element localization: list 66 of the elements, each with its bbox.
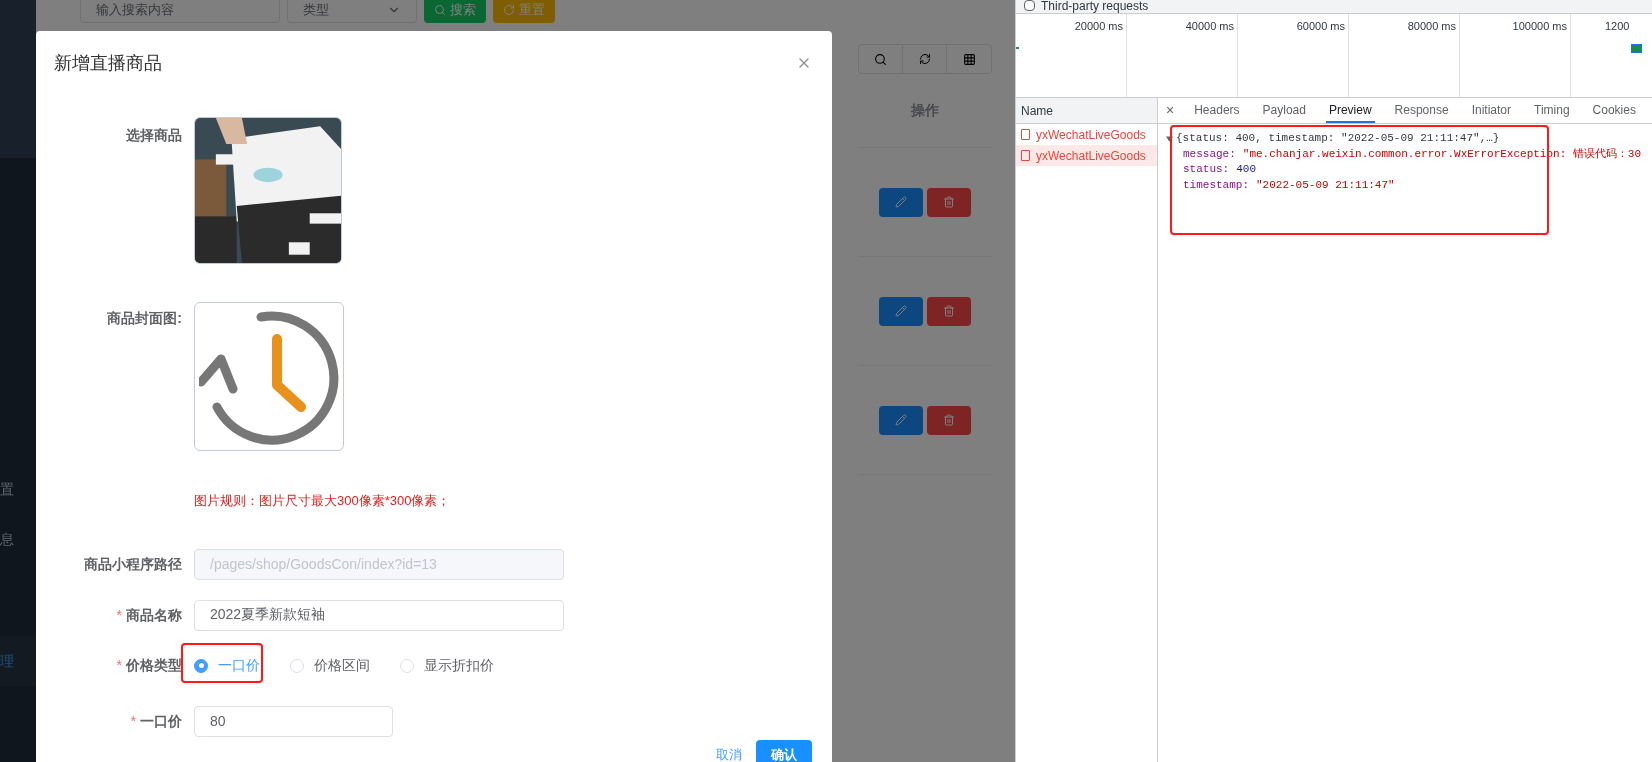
required-mark: * <box>116 656 122 675</box>
devtools-tab[interactable]: Response <box>1391 98 1452 123</box>
tick-label: 60000 ms <box>1296 19 1345 34</box>
json-key: timestamp: <box>1183 177 1249 193</box>
text-field[interactable]: 2022夏季新款短袖 <box>194 599 564 631</box>
search-icon <box>434 4 446 16</box>
request-bar <box>1631 44 1642 53</box>
radio-option[interactable]: 价格区间 <box>290 655 370 676</box>
select-placeholder: 类型 <box>303 1 329 20</box>
json-key: message: <box>1183 146 1236 162</box>
tick-label: 40000 ms <box>1185 19 1234 34</box>
tick-label: 20000 ms <box>1074 19 1123 34</box>
json-key: status: <box>1183 162 1230 178</box>
rotate-icon <box>503 4 515 16</box>
dialog-title: 新增直播商品 <box>54 51 162 75</box>
devtools-tab[interactable]: Headers <box>1191 98 1243 123</box>
json-value: 400 <box>1236 162 1257 177</box>
tick-label: 1200 <box>1605 20 1630 32</box>
required-mark: * <box>116 605 122 625</box>
devtools-tab[interactable]: Cookies <box>1589 98 1639 123</box>
trash-icon <box>943 196 955 208</box>
field-label: 选择商品 <box>126 126 182 145</box>
sidebar-item[interactable]: 息 <box>0 514 36 564</box>
field-label: 商品封面图: <box>107 309 182 328</box>
tick-label: 100000 ms <box>1512 19 1567 34</box>
cancel-button[interactable]: 取消 <box>714 739 744 762</box>
required-mark: * <box>130 711 136 731</box>
edit-button[interactable] <box>879 187 923 217</box>
devtools-tab[interactable]: Payload <box>1259 98 1309 123</box>
tick-label: 80000 ms <box>1407 19 1456 34</box>
cover-image-upload[interactable] <box>194 302 344 451</box>
json-summary: {status: 400, timestamp: "2022-05-09 21:11:47",…} <box>1176 131 1500 146</box>
pencil-icon <box>895 196 907 208</box>
edit-button[interactable] <box>879 296 923 326</box>
request-row[interactable]: yxWechatLiveGoods <box>1016 124 1157 145</box>
image-rule-hint: 图片规则：图片尺寸最大300像素*300像素； <box>194 492 451 510</box>
filter-label: Third-party requests <box>1041 0 1149 15</box>
trash-icon <box>943 414 955 426</box>
radio-option[interactable]: 一口价 <box>194 655 260 676</box>
request-row[interactable]: yxWechatLiveGoods <box>1016 145 1157 166</box>
field-label: 商品小程序路径 <box>84 554 182 574</box>
search-field[interactable]: 输入搜索内容 <box>80 0 280 23</box>
edit-button[interactable] <box>879 405 923 435</box>
devtools-tab[interactable]: Initiator <box>1468 98 1514 123</box>
field-label: 一口价 <box>140 711 182 731</box>
field-label: 价格类型 <box>126 656 182 675</box>
radio-option[interactable]: 显示折扣价 <box>400 655 494 676</box>
text-field[interactable]: 80 <box>194 705 393 737</box>
confirm-button[interactable]: 确认 <box>756 739 812 762</box>
close-button[interactable]: × <box>1166 100 1175 121</box>
checkbox[interactable] <box>1024 0 1035 11</box>
delete-button[interactable] <box>927 187 971 217</box>
column-header: Name <box>1021 102 1053 120</box>
devtools-tab[interactable]: Preview <box>1325 98 1375 123</box>
pencil-icon <box>895 305 907 317</box>
type-select[interactable]: 类型 <box>287 0 417 23</box>
pencil-icon <box>895 414 907 426</box>
sidebar-item[interactable]: 理 <box>0 636 36 686</box>
sidebar-item[interactable]: 置 <box>0 464 36 514</box>
expand-caret-icon[interactable] <box>1166 135 1173 142</box>
json-value: "2022-05-09 21:11:47" <box>1256 177 1395 193</box>
field-label: 商品名称 <box>126 605 182 625</box>
trash-icon <box>943 305 955 317</box>
delete-button[interactable] <box>927 405 971 435</box>
delete-button[interactable] <box>927 296 971 326</box>
devtools-tab[interactable]: Timing <box>1531 98 1573 123</box>
